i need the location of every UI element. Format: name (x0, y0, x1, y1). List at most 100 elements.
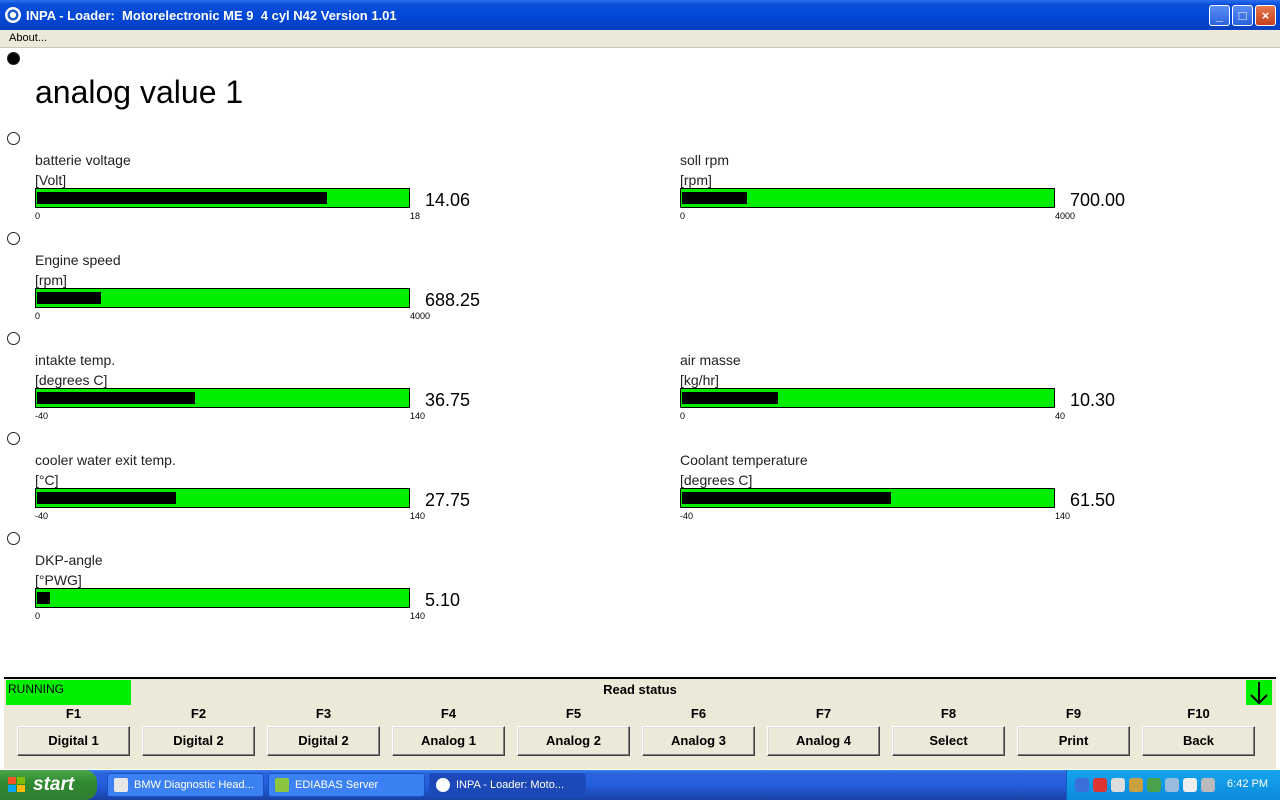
select-button[interactable]: Select (892, 726, 1005, 756)
print-button[interactable]: Print (1017, 726, 1130, 756)
gauge-fill (682, 192, 747, 204)
gauge-max: 4000 (410, 311, 431, 321)
fkey-label: F8 (940, 706, 957, 721)
digital-1-button[interactable]: Digital 1 (17, 726, 130, 756)
start-label: start (33, 774, 75, 795)
gauge-label: batterie voltage (35, 152, 131, 168)
ediabas-icon (275, 778, 289, 792)
gauge-max: 4000 (1055, 211, 1076, 221)
down-arrow-icon[interactable] (1246, 680, 1272, 706)
gauge-label: air masse (680, 352, 741, 368)
maximize-button[interactable]: □ (1232, 5, 1253, 26)
analog-3-button[interactable]: Analog 3 (642, 726, 755, 756)
menu-bar: About... (0, 30, 1280, 48)
read-status-label: Read status (603, 682, 677, 697)
gauge-min: 0 (35, 611, 41, 621)
gauge-dkp-angle: DKP-angle [°PWG] 0 140 5.10 (35, 552, 495, 642)
gauge-label: DKP-angle (35, 552, 103, 568)
menu-about[interactable]: About... (9, 32, 47, 44)
fkey-label: F10 (1187, 706, 1210, 721)
gauge-min: -40 (35, 511, 49, 521)
gauge-bar (680, 488, 1055, 508)
taskbar-item-ediabas[interactable]: EDIABAS Server (268, 773, 425, 797)
network-icon[interactable] (1075, 778, 1089, 792)
digital-2-button[interactable]: Digital 2 (142, 726, 255, 756)
gauge-label: soll rpm (680, 152, 730, 168)
fkey-f7: F7 Analog 4 (766, 705, 881, 756)
main-panel: analog value 1 batterie voltage [Volt] 0… (4, 48, 1276, 677)
radio-indicator (7, 132, 20, 145)
digital-2b-button[interactable]: Digital 2 (267, 726, 380, 756)
gauge-bar (35, 488, 410, 508)
gauge-max: 140 (410, 611, 426, 621)
gauge-unit: [Volt] (35, 172, 67, 188)
gauge-label: Coolant temperature (680, 452, 808, 468)
radio-indicator (7, 332, 20, 345)
sync-icon[interactable] (1165, 778, 1179, 792)
gauge-bar (680, 388, 1055, 408)
radio-indicator-active (7, 52, 20, 65)
gauge-max: 140 (1055, 511, 1071, 521)
gauge-max: 140 (410, 411, 426, 421)
monitor-icon[interactable] (1111, 778, 1125, 792)
shield-icon[interactable] (1093, 778, 1107, 792)
gauge-fill (37, 292, 101, 304)
fkey-f3: F3 Digital 2 (266, 705, 381, 756)
status-bar: RUNNING Read status (4, 677, 1276, 706)
radio-indicator (7, 532, 20, 545)
fkey-label: F3 (315, 706, 332, 721)
gauge-min: 0 (680, 411, 686, 421)
gauge-value: 10.30 (1070, 390, 1116, 410)
start-button[interactable]: start (0, 770, 97, 800)
gauge-bar (35, 288, 410, 308)
gauge-label: Engine speed (35, 252, 121, 268)
taskbar-item-bmw-diagnostic[interactable]: BMW Diagnostic Head... (107, 773, 264, 797)
gauge-bar (680, 188, 1055, 208)
analog-1-button[interactable]: Analog 1 (392, 726, 505, 756)
utility-icon[interactable] (1147, 778, 1161, 792)
gauge-bar (35, 188, 410, 208)
system-tray: 6:42 PM (1066, 770, 1280, 800)
minimize-button[interactable]: _ (1209, 5, 1230, 26)
app-icon[interactable] (1129, 778, 1143, 792)
gauge-engine-speed: Engine speed [rpm] 0 4000 688.25 (35, 252, 495, 342)
clock: 6:42 PM (1227, 778, 1268, 790)
window-title: INPA - Loader: Motorelectronic ME 9 4 cy… (26, 8, 397, 23)
gauge-cooler-water-exit-temp: cooler water exit temp. [°C] -40 140 27.… (35, 452, 495, 542)
fkey-f2: F2 Digital 2 (141, 705, 256, 756)
gauge-value: 61.50 (1070, 490, 1116, 510)
gauge-bar (35, 588, 410, 608)
fkey-f1: F1 Digital 1 (16, 705, 131, 756)
analog-2-button[interactable]: Analog 2 (517, 726, 630, 756)
analog-4-button[interactable]: Analog 4 (767, 726, 880, 756)
printer-icon (114, 778, 128, 792)
gauge-fill (37, 492, 176, 504)
window-title-bar[interactable]: INPA - Loader: Motorelectronic ME 9 4 cy… (0, 0, 1280, 30)
windows-flag-icon (8, 777, 25, 792)
bmw-logo-icon (436, 778, 450, 792)
radio-indicator (7, 232, 20, 245)
taskbar-item-inpa[interactable]: INPA - Loader: Moto... (429, 773, 586, 797)
fkey-f4: F4 Analog 1 (391, 705, 506, 756)
gauge-value: 27.75 (425, 490, 471, 510)
taskbar: start BMW Diagnostic Head... EDIABAS Ser… (0, 770, 1280, 800)
gauge-min: 0 (680, 211, 686, 221)
back-button[interactable]: Back (1142, 726, 1255, 756)
gauge-coolant-temperature: Coolant temperature [degrees C] -40 140 … (680, 452, 1140, 542)
gauge-intake-temp: intakte temp. [degrees C] -40 140 36.75 (35, 352, 495, 442)
fkey-label: F1 (65, 706, 82, 721)
fkey-label: F9 (1065, 706, 1082, 721)
close-button[interactable]: × (1255, 5, 1276, 26)
gauge-air-mass: air masse [kg/hr] 0 40 10.30 (680, 352, 1140, 442)
gauge-fill (37, 392, 195, 404)
device-icon[interactable] (1183, 778, 1197, 792)
fkey-label: F2 (190, 706, 207, 721)
gauge-unit: [degrees C] (35, 372, 108, 388)
fkey-f5: F5 Analog 2 (516, 705, 631, 756)
fkey-label: F6 (690, 706, 707, 721)
gauge-max: 18 (410, 211, 421, 221)
bmw-logo-icon (5, 7, 21, 23)
gauge-min: -40 (680, 511, 694, 521)
volume-icon[interactable] (1201, 778, 1215, 792)
gauge-value: 5.10 (425, 590, 461, 610)
